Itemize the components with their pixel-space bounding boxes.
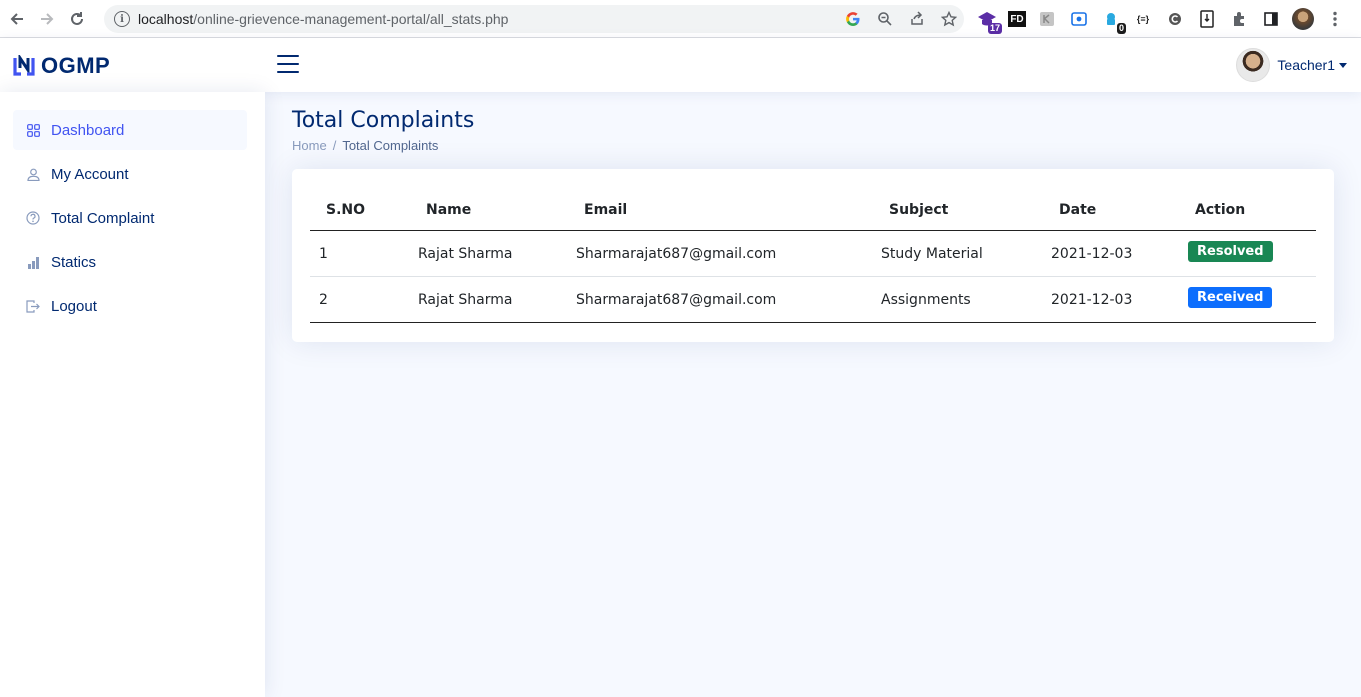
question-circle-icon: [26, 211, 40, 225]
puzzle-piece-icon[interactable]: [1228, 8, 1250, 30]
complaints-card: S.NO Name Email Subject Date Action 1 Ra…: [292, 169, 1334, 342]
google-icon[interactable]: [844, 10, 862, 28]
column-header-date: Date: [1059, 202, 1097, 218]
bar-chart-icon: [26, 255, 40, 269]
side-panel-icon[interactable]: [1260, 8, 1282, 30]
status-badge-resolved[interactable]: Resolved: [1188, 241, 1273, 262]
cell-email: Sharmarajat687@gmail.com: [576, 246, 777, 262]
column-header-name: Name: [426, 202, 472, 218]
sidebar-item-label: Dashboard: [51, 121, 125, 139]
column-header-sno: S.NO: [326, 202, 366, 218]
cell-email: Sharmarajat687@gmail.com: [576, 292, 777, 308]
sidebar-item-statics[interactable]: Statics: [13, 242, 247, 282]
sidebar-item-label: Logout: [51, 297, 97, 315]
hamburger-menu-icon[interactable]: [277, 55, 299, 73]
table-header: S.NO Name Email Subject Date Action: [310, 191, 1316, 231]
complaints-table: S.NO Name Email Subject Date Action 1 Ra…: [310, 191, 1316, 323]
table-row: 1 Rajat Sharma Sharmarajat687@gmail.com …: [310, 231, 1316, 277]
breadcrumb-current: Total Complaints: [342, 138, 439, 153]
sidebar-item-label: Total Complaint: [51, 209, 155, 227]
box-arrow-right-icon: [26, 299, 40, 313]
kebab-menu-icon[interactable]: [1324, 8, 1346, 30]
person-icon: [26, 167, 40, 181]
json-extension-icon[interactable]: {≡}: [1132, 8, 1154, 30]
avatar[interactable]: [1236, 48, 1271, 82]
column-header-email: Email: [584, 202, 628, 218]
cell-date: 2021-12-03: [1051, 292, 1133, 308]
user-menu[interactable]: Teacher1: [1236, 48, 1347, 82]
zoom-icon[interactable]: [876, 10, 894, 28]
app-header: OGMP Teacher1: [0, 38, 1361, 92]
site-info-icon[interactable]: i: [114, 11, 130, 27]
cell-name: Rajat Sharma: [418, 246, 513, 262]
logo-text: OGMP: [41, 53, 111, 78]
cell-sno: 2: [319, 292, 328, 308]
user-name[interactable]: Teacher1: [1277, 57, 1335, 73]
address-url[interactable]: localhost/online-grievence-management-po…: [138, 11, 508, 27]
extension-badge: 17: [987, 23, 1002, 34]
reload-icon[interactable]: [62, 4, 92, 34]
fd-extension-icon[interactable]: FD: [1008, 11, 1026, 27]
sidebar: Dashboard My Account Total Complaint Sta…: [0, 92, 265, 697]
profile-avatar[interactable]: [1292, 8, 1314, 30]
tool-extension-icon[interactable]: [1036, 8, 1058, 30]
status-badge-received[interactable]: Received: [1188, 287, 1273, 308]
logo-mark-icon: [12, 53, 36, 77]
grid-icon: [26, 123, 40, 137]
sidebar-item-total-complaint[interactable]: Total Complaint: [13, 198, 247, 238]
cell-subject: Assignments: [881, 292, 971, 308]
cell-subject: Study Material: [881, 246, 983, 262]
graduation-cap-extension-icon[interactable]: 17: [976, 8, 1002, 34]
cell-name: Rajat Sharma: [418, 292, 513, 308]
sidebar-item-label: Statics: [51, 253, 97, 271]
breadcrumb: Home / Total Complaints: [292, 138, 438, 153]
browser-toolbar: i localhost/online-grievence-management-…: [0, 0, 1361, 38]
column-header-subject: Subject: [889, 202, 949, 218]
sidebar-item-my-account[interactable]: My Account: [13, 154, 247, 194]
sidebar-item-label: My Account: [51, 165, 129, 183]
table-row: 2 Rajat Sharma Sharmarajat687@gmail.com …: [310, 277, 1316, 323]
cell-date: 2021-12-03: [1051, 246, 1133, 262]
sidebar-item-dashboard[interactable]: Dashboard: [13, 110, 247, 150]
bookmark-star-icon[interactable]: [940, 10, 958, 28]
sidebar-item-logout[interactable]: Logout: [13, 286, 247, 326]
caret-down-icon[interactable]: [1339, 62, 1347, 68]
page-title: Total Complaints: [292, 108, 475, 133]
document-extension-icon[interactable]: [1196, 8, 1218, 30]
extension-badge: 0: [1116, 23, 1126, 34]
breadcrumb-home-link[interactable]: Home: [292, 138, 327, 153]
c-extension-icon[interactable]: [1164, 8, 1186, 30]
breadcrumb-separator: /: [332, 138, 337, 153]
forward-arrow-icon[interactable]: [32, 4, 62, 34]
back-arrow-icon[interactable]: [2, 4, 32, 34]
screen-recorder-extension-icon[interactable]: [1068, 8, 1090, 30]
address-bar[interactable]: i localhost/online-grievence-management-…: [104, 5, 964, 33]
share-icon[interactable]: [908, 10, 926, 28]
column-header-action: Action: [1195, 202, 1246, 218]
cell-sno: 1: [319, 246, 328, 262]
logo[interactable]: OGMP: [12, 53, 110, 79]
lock-extension-icon[interactable]: 0: [1100, 8, 1126, 34]
